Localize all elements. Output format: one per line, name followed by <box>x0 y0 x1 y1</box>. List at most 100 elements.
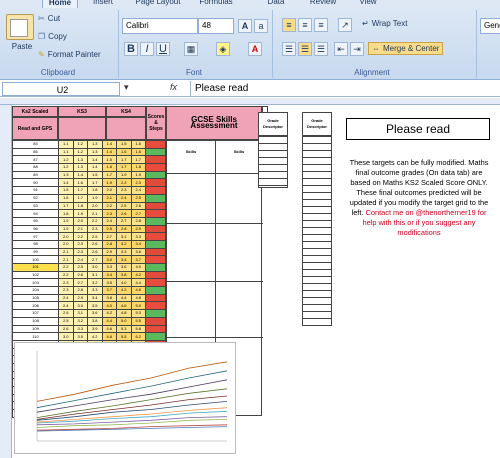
target-cell[interactable]: 3.2 <box>116 239 132 249</box>
ks2-score-cell[interactable]: 109 <box>12 324 59 334</box>
target-cell[interactable]: 3.2 <box>87 278 103 288</box>
target-cell[interactable]: 2.2 <box>58 270 74 280</box>
target-cell[interactable]: 1.1 <box>58 147 74 157</box>
target-cell[interactable]: 4.4 <box>130 278 146 288</box>
target-cell[interactable]: 2.3 <box>130 178 146 188</box>
target-cell[interactable]: 2.3 <box>72 239 88 249</box>
target-cell[interactable]: 1.3 <box>87 147 103 157</box>
target-cell[interactable]: 2.2 <box>72 232 88 241</box>
target-cell[interactable]: 2.2 <box>101 201 117 211</box>
ks2-score-cell[interactable]: 104 <box>12 286 59 295</box>
table-row[interactable]: 98 2.0 2.3 2.6 2.8 3.2 3.4 <box>12 239 166 249</box>
table-row[interactable]: 90 1.4 1.6 1.7 1.9 2.2 2.3 <box>12 178 166 188</box>
target-cell[interactable]: 3.8 <box>101 293 117 303</box>
target-cell[interactable]: 4.0 <box>130 263 146 272</box>
target-cell[interactable]: 3.2 <box>72 316 88 326</box>
target-cell[interactable]: 1.9 <box>72 209 88 218</box>
target-cell[interactable]: 1.6 <box>101 163 117 172</box>
target-cell[interactable]: 1.9 <box>116 170 132 180</box>
target-cell[interactable]: 3.4 <box>101 270 117 280</box>
target-cell[interactable]: 1.7 <box>130 155 146 165</box>
target-cell[interactable]: 5.3 <box>130 309 146 318</box>
target-cell[interactable]: 2.4 <box>72 255 88 264</box>
target-cell[interactable]: 2.1 <box>101 193 117 203</box>
target-cell[interactable]: 2.2 <box>87 216 103 226</box>
target-cell[interactable]: 2.8 <box>116 224 132 234</box>
table-row[interactable]: 88 1.2 1.3 1.4 1.6 1.7 1.8 <box>12 163 166 172</box>
target-cell[interactable]: 1.7 <box>72 186 88 195</box>
target-cell[interactable]: 5.8 <box>130 324 146 334</box>
table-row[interactable]: 107 2.5 3.1 3.6 4.2 4.8 5.3 <box>12 309 166 318</box>
target-cell[interactable]: 2.2 <box>58 263 74 272</box>
target-cell[interactable]: 3.1 <box>116 232 132 241</box>
formula-input[interactable]: Please read <box>190 81 500 96</box>
target-cell[interactable]: 2.0 <box>58 239 74 249</box>
target-cell[interactable]: 1.3 <box>87 140 103 149</box>
target-cell[interactable]: 3.3 <box>87 286 103 295</box>
target-cell[interactable]: 2.5 <box>72 263 88 272</box>
table-row[interactable]: 106 2.4 3.0 3.5 4.0 4.6 5.0 <box>12 301 166 311</box>
ks2-score-cell[interactable]: 98 <box>12 239 59 249</box>
target-cell[interactable]: 2.8 <box>72 286 88 295</box>
target-cell[interactable]: 1.7 <box>87 178 103 188</box>
target-cell[interactable]: 2.1 <box>87 209 103 218</box>
target-cell[interactable]: 2.6 <box>72 270 88 280</box>
target-cell[interactable]: 2.6 <box>116 209 132 218</box>
target-cell[interactable]: 3.4 <box>130 239 146 249</box>
target-cell[interactable]: 1.6 <box>58 193 74 203</box>
table-row[interactable]: 109 2.6 3.3 3.9 4.6 5.3 5.8 <box>12 324 166 334</box>
font-name-select[interactable]: Calibri <box>122 18 198 34</box>
target-cell[interactable]: 1.4 <box>87 163 103 172</box>
target-cell[interactable]: 1.3 <box>58 170 74 180</box>
function-icon[interactable]: fx <box>170 82 177 92</box>
target-cell[interactable]: 2.4 <box>58 301 74 311</box>
target-cell[interactable]: 2.5 <box>87 232 103 241</box>
target-cell[interactable]: 4.4 <box>116 293 132 303</box>
align-right-icon[interactable]: ☰ <box>314 42 328 56</box>
target-cell[interactable]: 2.9 <box>72 293 88 303</box>
ks2-score-cell[interactable]: 87 <box>12 155 59 165</box>
target-cell[interactable]: 3.1 <box>87 270 103 280</box>
target-cell[interactable]: 1.5 <box>87 170 103 180</box>
table-row[interactable]: 99 2.1 2.3 2.6 2.9 3.3 3.6 <box>12 247 166 257</box>
ks2-score-cell[interactable]: 106 <box>12 301 59 311</box>
target-cell[interactable]: 1.2 <box>72 140 88 149</box>
target-cell[interactable]: 1.7 <box>116 155 132 165</box>
target-cell[interactable]: 4.2 <box>87 332 103 341</box>
merge-center-button[interactable]: ⇔ Merge & Center <box>368 42 444 55</box>
target-cell[interactable]: 2.5 <box>58 316 74 326</box>
target-cell[interactable]: 2.0 <box>87 201 103 211</box>
target-cell[interactable]: 3.1 <box>72 309 88 318</box>
ks2-score-cell[interactable]: 110 <box>12 332 59 341</box>
table-row[interactable]: 91 1.5 1.7 1.8 2.0 2.3 2.4 <box>12 186 166 195</box>
target-cell[interactable]: 2.5 <box>58 309 74 318</box>
target-cell[interactable]: 2.7 <box>87 255 103 264</box>
target-cell[interactable]: 5.5 <box>116 332 132 341</box>
target-cell[interactable]: 1.8 <box>87 186 103 195</box>
table-row[interactable]: 94 1.8 1.9 2.1 2.3 2.6 2.7 <box>12 209 166 218</box>
table-row[interactable]: 104 2.3 2.8 3.3 3.7 4.2 4.6 <box>12 286 166 295</box>
ks2-score-cell[interactable]: 107 <box>12 309 59 318</box>
target-cell[interactable]: 1.5 <box>101 155 117 165</box>
progress-chart[interactable] <box>14 342 236 454</box>
target-cell[interactable]: 1.7 <box>72 193 88 203</box>
ks2-score-cell[interactable]: 101 <box>12 263 59 272</box>
copy-button[interactable]: ❐ Copy <box>38 32 67 41</box>
target-cell[interactable]: 2.5 <box>116 201 132 211</box>
tab-data[interactable]: Data <box>262 0 290 8</box>
target-cell[interactable]: 3.3 <box>130 232 146 241</box>
target-cell[interactable]: 1.6 <box>130 147 146 157</box>
target-cell[interactable]: 3.5 <box>87 301 103 311</box>
target-cell[interactable]: 1.4 <box>58 178 74 188</box>
target-cell[interactable]: 1.6 <box>130 140 146 149</box>
ks2-score-cell[interactable]: 102 <box>12 270 59 280</box>
target-cell[interactable]: 2.4 <box>116 193 132 203</box>
target-cell[interactable]: 3.6 <box>130 247 146 257</box>
target-cell[interactable]: 1.9 <box>101 178 117 188</box>
target-cell[interactable]: 1.4 <box>101 140 117 149</box>
ks2-score-cell[interactable]: 95 <box>12 216 59 226</box>
table-row[interactable]: 105 2.4 2.9 3.4 3.8 4.4 4.8 <box>12 293 166 303</box>
grow-font-icon[interactable]: A <box>238 19 252 33</box>
target-cell[interactable]: 1.1 <box>58 140 74 149</box>
target-cell[interactable]: 4.6 <box>130 286 146 295</box>
